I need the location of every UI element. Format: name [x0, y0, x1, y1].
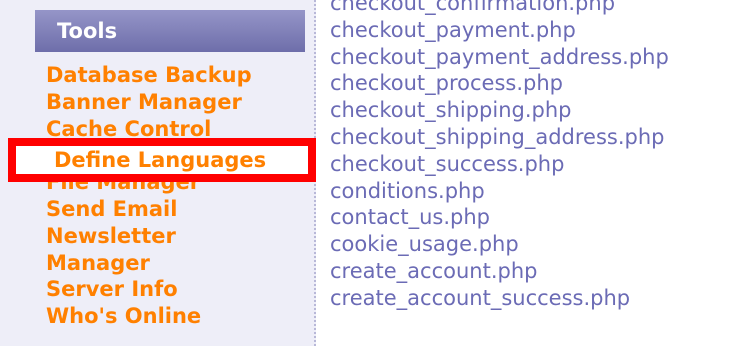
menu-item-send-email[interactable]: Send Email — [46, 196, 258, 223]
file-link[interactable]: conditions.php — [330, 178, 669, 205]
menu-item-banner-manager[interactable]: Banner Manager — [46, 89, 258, 116]
menu-item-newsletter[interactable]: Newsletter — [46, 223, 258, 250]
tools-menu: Database Backup Banner Manager Cache Con… — [46, 62, 258, 330]
highlight-define-languages[interactable]: Define Languages — [8, 138, 316, 182]
file-link[interactable]: checkout_payment.php — [330, 17, 669, 44]
menu-item-database-backup[interactable]: Database Backup — [46, 62, 258, 89]
file-link[interactable]: create_account_success.php — [330, 285, 669, 312]
menu-item-server-info[interactable]: Server Info — [46, 276, 258, 303]
file-link[interactable]: checkout_process.php — [330, 70, 669, 97]
file-link[interactable]: checkout_success.php — [330, 151, 669, 178]
menu-item-newsletter-manager[interactable]: Manager — [46, 250, 258, 277]
file-link[interactable]: checkout_shipping_address.php — [330, 124, 669, 151]
file-link[interactable]: contact_us.php — [330, 204, 669, 231]
file-link[interactable]: checkout_shipping.php — [330, 97, 669, 124]
file-link[interactable]: cookie_usage.php — [330, 231, 669, 258]
file-link[interactable]: checkout_confirmation.php — [330, 0, 669, 17]
menu-item-whos-online[interactable]: Who's Online — [46, 303, 258, 330]
file-link[interactable]: create_account.php — [330, 258, 669, 285]
file-link[interactable]: checkout_payment_address.php — [330, 44, 669, 71]
file-list: checkout_confirmation.php checkout_payme… — [330, 0, 669, 312]
tools-header: Tools — [35, 10, 305, 52]
tools-sidebar: Tools Database Backup Banner Manager Cac… — [0, 0, 316, 346]
